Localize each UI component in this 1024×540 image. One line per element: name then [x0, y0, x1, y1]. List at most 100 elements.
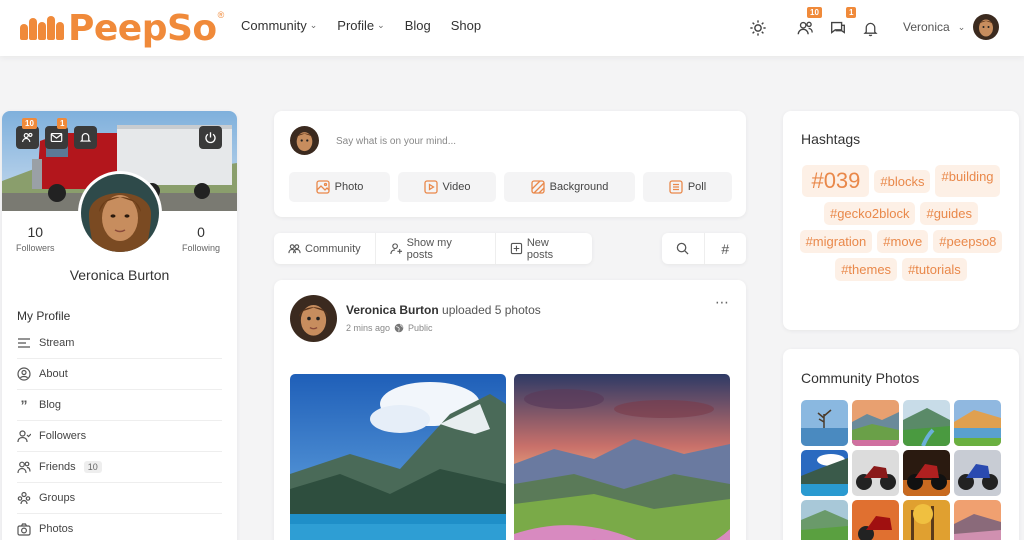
- globe-icon: [394, 323, 404, 333]
- profile-avatar[interactable]: [78, 171, 162, 255]
- hashtag-peepso8[interactable]: #peepso8: [933, 230, 1003, 253]
- cover-messages-badge: 1: [57, 118, 68, 129]
- nav-community[interactable]: Community ⌄: [241, 18, 317, 33]
- cover-friends-button[interactable]: 10: [16, 118, 39, 149]
- menu-item-blog[interactable]: ” Blog: [17, 390, 222, 421]
- menu-item-stream[interactable]: Stream: [17, 328, 222, 359]
- community-photo-lone-tree[interactable]: [801, 400, 848, 446]
- community-photo-motorcycle-red[interactable]: [852, 500, 899, 540]
- logo-registered-mark: ®: [217, 10, 225, 20]
- post-photo-mountain-lake[interactable]: [290, 374, 506, 540]
- stream-search-bar: #: [662, 233, 746, 264]
- nav-shop[interactable]: Shop: [451, 18, 481, 33]
- menu-item-followers[interactable]: Followers: [17, 421, 222, 452]
- following-label: Following: [182, 243, 221, 253]
- hashtag-move[interactable]: #move: [877, 230, 929, 253]
- hashtag-guides[interactable]: #guides: [920, 202, 979, 225]
- bell-icon[interactable]: [858, 16, 882, 40]
- post-photo-valley-sunset[interactable]: [514, 374, 730, 540]
- more-options-icon[interactable]: ⋯: [715, 294, 730, 311]
- my-profile-heading: My Profile: [17, 309, 71, 323]
- user-filter-icon: [389, 243, 402, 255]
- messages-badge: 1: [846, 7, 857, 18]
- groups-icon: [17, 491, 31, 505]
- post-author-name[interactable]: Veronica Burton: [346, 303, 439, 317]
- community-photo-motorcycle-blue[interactable]: [954, 450, 1001, 496]
- community-photo-sunset-valley[interactable]: [954, 500, 1001, 540]
- hashtag-migration[interactable]: #migration: [799, 230, 873, 253]
- followers-stat[interactable]: 10 Followers: [16, 224, 55, 253]
- filter-community[interactable]: Community: [274, 233, 376, 264]
- menu-item-label: Blog: [39, 399, 62, 411]
- filter-new-posts[interactable]: New posts: [496, 233, 592, 264]
- theme-toggle-sun-icon[interactable]: [746, 16, 770, 40]
- cover-notifications-button[interactable]: [74, 126, 97, 149]
- stream-filter-bar: Community Show my posts New posts: [274, 233, 592, 264]
- profile-menu: Stream About ” Blog Followers Friends 10…: [17, 328, 222, 540]
- header-username: Veronica: [903, 20, 950, 34]
- menu-item-label: Photos: [39, 523, 74, 535]
- community-photo-green-hills[interactable]: [801, 500, 848, 540]
- hashtag-tutorials[interactable]: #tutorials: [902, 258, 967, 281]
- post-meta: 2 mins ago Public: [346, 323, 433, 333]
- post-timestamp[interactable]: 2 mins ago: [346, 323, 390, 333]
- envelope-icon: [50, 133, 63, 142]
- power-button[interactable]: [199, 126, 222, 149]
- messages-notification-icon[interactable]: 1: [826, 7, 857, 40]
- search-button[interactable]: [662, 233, 705, 264]
- quote-icon: ”: [20, 397, 28, 413]
- hashtag-gecko2block[interactable]: #gecko2block: [823, 202, 916, 225]
- profile-name[interactable]: Veronica Burton: [2, 267, 237, 283]
- menu-item-label: Friends: [39, 461, 76, 473]
- community-photo-motorcycle-orange[interactable]: [903, 450, 950, 496]
- composer-input[interactable]: Say what is on your mind...: [336, 136, 456, 147]
- menu-item-photos[interactable]: Photos: [17, 514, 222, 540]
- menu-item-about[interactable]: About: [17, 359, 222, 390]
- background-button[interactable]: Background: [504, 172, 635, 202]
- following-stat[interactable]: 0 Following: [182, 224, 220, 253]
- post-author-avatar[interactable]: [290, 295, 337, 342]
- stream-icon: [17, 337, 31, 349]
- hashtag-themes[interactable]: #themes: [835, 258, 898, 281]
- friends-notification-icon[interactable]: 10: [793, 7, 822, 40]
- composer-actions: Photo Video Background Poll: [289, 172, 732, 202]
- community-photo-mountain-lake[interactable]: [801, 450, 848, 496]
- community-icon: [288, 244, 301, 254]
- hashtag-building[interactable]: #building: [935, 165, 1000, 197]
- community-photo-motorcycle-silver[interactable]: [852, 450, 899, 496]
- search-icon: [676, 242, 689, 255]
- post-privacy[interactable]: Public: [408, 323, 433, 333]
- poll-icon: [669, 180, 683, 194]
- menu-item-groups[interactable]: Groups: [17, 483, 222, 514]
- community-photo-grid: [801, 400, 1001, 540]
- chevron-down-icon: ⌄: [377, 20, 385, 30]
- peepso-logo[interactable]: PeepSo ®: [20, 8, 225, 49]
- hashtag-039[interactable]: #039: [802, 165, 870, 197]
- video-button[interactable]: Video: [398, 172, 496, 202]
- photo-button[interactable]: Photo: [289, 172, 390, 202]
- nav-blog[interactable]: Blog: [405, 18, 431, 33]
- community-photo-green-valley[interactable]: [852, 400, 899, 446]
- community-photo-mountain-river[interactable]: [903, 400, 950, 446]
- hashtag-blocks[interactable]: #blocks: [874, 169, 931, 193]
- nav-community-label: Community: [241, 18, 307, 33]
- post-action-text: uploaded 5 photos: [442, 303, 541, 317]
- filter-show-my-posts-label: Show my posts: [406, 236, 452, 261]
- user-menu[interactable]: Veronica ⌄: [903, 14, 1000, 40]
- menu-item-friends[interactable]: Friends 10: [17, 452, 222, 483]
- poll-button[interactable]: Poll: [643, 172, 732, 202]
- top-bar: PeepSo ® Community ⌄ Profile ⌄ Blog Shop 1…: [0, 0, 1024, 56]
- nav-shop-label: Shop: [450, 18, 482, 33]
- hashtag-search-button[interactable]: #: [705, 233, 747, 264]
- cover-messages-button[interactable]: 1: [45, 118, 68, 149]
- nav-profile[interactable]: Profile ⌄: [337, 18, 384, 33]
- followers-label: Followers: [16, 243, 55, 253]
- composer-avatar: [290, 126, 319, 155]
- filter-show-my-posts[interactable]: Show my posts: [376, 233, 496, 264]
- community-photo-autumn-forest[interactable]: [903, 500, 950, 540]
- community-photo-lake-meadow[interactable]: [954, 400, 1001, 446]
- background-icon: [530, 180, 545, 194]
- filter-community-label: Community: [305, 242, 361, 255]
- cover-friends-badge: 10: [22, 118, 37, 129]
- header-avatar: [973, 14, 1000, 40]
